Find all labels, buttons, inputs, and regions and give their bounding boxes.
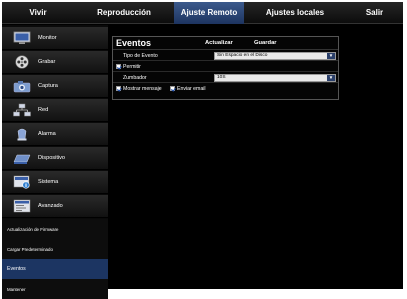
sidebar-item-monitor[interactable]: Monitor bbox=[2, 27, 108, 50]
sidebar-item-label: Grabar bbox=[38, 59, 56, 65]
buzzer-row: Zumbador 10S ▼ bbox=[113, 73, 338, 83]
enable-checkbox[interactable] bbox=[116, 64, 121, 69]
buzzer-value: 10S bbox=[217, 75, 226, 80]
sidebar-item-label: Captura bbox=[38, 83, 58, 89]
send-email-checkbox[interactable] bbox=[170, 86, 175, 91]
event-type-label: Tipo de Evento bbox=[123, 53, 158, 59]
enable-row: Permitir bbox=[113, 62, 338, 72]
tab-reproduccion[interactable]: Reproducción bbox=[74, 2, 174, 24]
subitem-actualizacion-firmware[interactable]: Actualización de Firmware bbox=[2, 219, 108, 239]
sidebar-item-label: Alarma bbox=[38, 131, 56, 137]
sidebar-item-avanzado[interactable]: Avanzado bbox=[2, 195, 108, 218]
advanced-icon bbox=[13, 199, 31, 213]
refresh-button[interactable]: Actualizar bbox=[205, 40, 233, 46]
tab-vivir[interactable]: Vivir bbox=[2, 2, 74, 24]
panel-title: Eventos bbox=[116, 38, 152, 48]
notify-row: Mostrar mensaje Enviar email bbox=[113, 84, 338, 94]
app-window: Vivir Reproducción Ajuste Remoto Ajustes… bbox=[2, 2, 403, 299]
subitem-cargar-predeterminado[interactable]: Cargar Predeterminado bbox=[2, 239, 108, 259]
save-button[interactable]: Guardar bbox=[254, 40, 277, 46]
event-type-value: Sin Espacio en el Disco bbox=[217, 53, 268, 58]
sidebar-item-grabar[interactable]: Grabar bbox=[2, 51, 108, 74]
network-icon bbox=[13, 103, 31, 117]
subitem-label: Eventos bbox=[7, 266, 26, 272]
sidebar-item-label: Avanzado bbox=[38, 203, 63, 209]
event-type-row: Tipo de Evento Sin Espacio en el Disco ▼ bbox=[113, 51, 338, 61]
sidebar-item-label: Red bbox=[38, 107, 49, 113]
panel-header: Eventos Actualizar Guardar bbox=[113, 37, 338, 50]
event-type-select[interactable]: Sin Espacio en el Disco ▼ bbox=[214, 52, 336, 60]
chevron-down-icon: ▼ bbox=[327, 53, 335, 59]
disk-icon bbox=[13, 154, 31, 164]
sidebar-item-captura[interactable]: Captura bbox=[2, 75, 108, 98]
send-email-label: Enviar email bbox=[177, 86, 206, 92]
show-message-label: Mostrar mensaje bbox=[123, 86, 162, 92]
tab-ajustes-locales[interactable]: Ajustes locales bbox=[244, 2, 346, 24]
sidebar-item-red[interactable]: Red bbox=[2, 99, 108, 122]
enable-label: Permitir bbox=[123, 64, 141, 70]
tab-salir[interactable]: Salir bbox=[346, 2, 403, 24]
sidebar-item-alarma[interactable]: Alarma bbox=[2, 123, 108, 146]
monitor-icon bbox=[13, 31, 31, 44]
events-panel: Eventos Actualizar Guardar Tipo de Event… bbox=[112, 36, 339, 100]
show-message-checkbox[interactable] bbox=[116, 86, 121, 91]
top-navigation: Vivir Reproducción Ajuste Remoto Ajustes… bbox=[2, 2, 403, 24]
main-content: Eventos Actualizar Guardar Tipo de Event… bbox=[108, 25, 403, 289]
sidebar-item-label: Dispositivo bbox=[38, 155, 66, 161]
camera-icon bbox=[13, 81, 31, 93]
sidebar-item-sistema[interactable]: Sistema bbox=[2, 171, 108, 194]
alarm-icon bbox=[17, 128, 27, 141]
sidebar-item-dispositivo[interactable]: Dispositivo bbox=[2, 147, 108, 170]
sidebar-item-label: Sistema bbox=[38, 179, 59, 185]
subitem-eventos[interactable]: Eventos bbox=[2, 259, 108, 279]
film-reel-icon bbox=[15, 55, 29, 69]
buzzer-select[interactable]: 10S ▼ bbox=[214, 74, 336, 82]
sidebar: Monitor Grabar Captura Red Alarma Dispos… bbox=[2, 25, 108, 299]
subitem-label: Mantener bbox=[7, 286, 26, 292]
buzzer-label: Zumbador bbox=[123, 75, 147, 81]
chevron-down-icon: ▼ bbox=[327, 75, 335, 81]
subitem-label: Actualización de Firmware bbox=[7, 226, 59, 232]
tab-ajuste-remoto[interactable]: Ajuste Remoto bbox=[174, 2, 244, 24]
system-icon bbox=[13, 175, 30, 189]
subitem-mantener[interactable]: Mantener bbox=[2, 279, 108, 299]
subitem-label: Cargar Predeterminado bbox=[7, 246, 53, 252]
sidebar-item-label: Monitor bbox=[38, 35, 57, 41]
